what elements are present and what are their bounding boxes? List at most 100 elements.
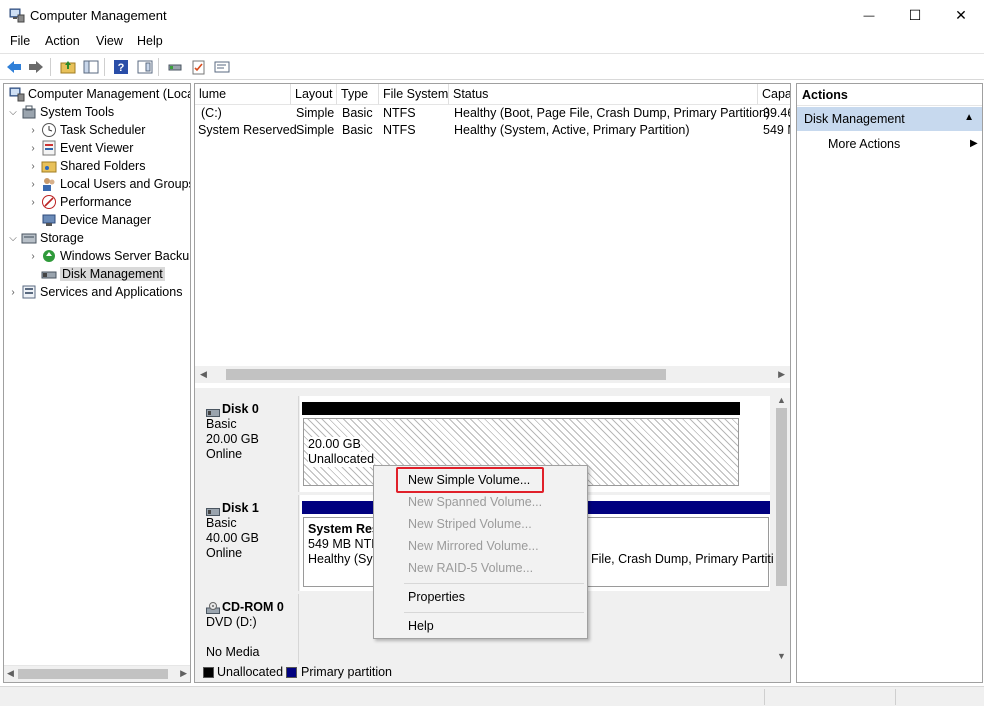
close-icon: ✕ <box>955 7 967 23</box>
svg-text:?: ? <box>118 62 125 74</box>
forward-arrow-icon[interactable] <box>27 58 45 76</box>
chevron-right-icon[interactable]: › <box>28 251 38 262</box>
tree-item-performance[interactable]: › Performance <box>28 193 132 211</box>
partition-status: Healthy (Sys <box>308 552 379 566</box>
shared-folder-icon <box>41 158 57 174</box>
menu-item-new-raid5-volume[interactable]: New RAID-5 Volume... <box>408 561 533 575</box>
cd-drive-icon <box>206 601 220 614</box>
chevron-right-icon[interactable]: › <box>8 287 18 298</box>
status-divider <box>895 689 896 705</box>
cell-file-system: NTFS <box>383 106 416 120</box>
disk-icon[interactable] <box>166 58 184 76</box>
tree-item-label: Local Users and Groups <box>60 177 191 191</box>
cell-status: Healthy (Boot, Page File, Crash Dump, Pr… <box>454 106 771 120</box>
tree-item-event-viewer[interactable]: › Event Viewer <box>28 139 133 157</box>
console-view-icon[interactable] <box>136 58 154 76</box>
properties-icon[interactable] <box>213 58 231 76</box>
cell-capacity: 549 M <box>763 123 790 137</box>
tree-item-label: Disk Management <box>60 267 165 281</box>
menu-item-properties[interactable]: Properties <box>408 590 465 604</box>
minimize-button[interactable]: — <box>846 0 892 31</box>
tree-item-local-users-and-groups[interactable]: › Local Users and Groups <box>28 175 191 193</box>
submenu-arrow-icon[interactable]: ▶ <box>970 138 978 149</box>
scroll-left-icon[interactable]: ◀ <box>7 668 14 679</box>
disk-name: Disk 0 <box>222 402 259 416</box>
menu-item-new-striped-volume[interactable]: New Striped Volume... <box>408 517 532 531</box>
menu-item-new-spanned-volume[interactable]: New Spanned Volume... <box>408 495 542 509</box>
collapse-up-icon[interactable]: ▲ <box>964 112 974 123</box>
column-header-layout[interactable]: Layout <box>291 84 337 105</box>
toolbox-icon <box>21 104 37 120</box>
tree-item-device-manager[interactable]: Device Manager <box>28 211 151 229</box>
scroll-right-icon[interactable]: ▶ <box>180 668 187 679</box>
menu-item-new-mirrored-volume[interactable]: New Mirrored Volume... <box>408 539 539 553</box>
cell-file-system: NTFS <box>383 123 416 137</box>
close-button[interactable]: ✕ <box>938 0 984 31</box>
chevron-down-icon[interactable]: ⌵ <box>8 233 18 244</box>
list-horizontal-scrollbar[interactable]: ◀ ▶ <box>195 366 790 383</box>
title-bar: Computer Management — ☐ ✕ <box>0 0 984 31</box>
column-header-volume[interactable]: lume <box>195 84 291 105</box>
column-header-type[interactable]: Type <box>337 84 379 105</box>
tree-horizontal-scrollbar[interactable]: ◀ ▶ <box>4 665 190 682</box>
column-header-status[interactable]: Status <box>449 84 758 105</box>
up-folder-icon[interactable] <box>59 58 77 76</box>
column-header-capacity[interactable]: Capa <box>758 84 790 105</box>
tree-item-disk-management[interactable]: Disk Management <box>28 265 165 283</box>
chevron-right-icon[interactable]: › <box>28 143 38 154</box>
scroll-right-icon[interactable]: ▶ <box>778 369 785 380</box>
graph-vertical-scrollbar[interactable]: ▲ ▼ <box>773 392 790 664</box>
menu-item-new-simple-volume[interactable]: New Simple Volume... <box>408 473 530 487</box>
show-hide-tree-icon[interactable] <box>82 58 100 76</box>
disk-type: Basic <box>206 516 237 530</box>
cell-status: Healthy (System, Active, Primary Partiti… <box>454 123 690 137</box>
scrollbar-thumb[interactable] <box>776 408 787 586</box>
computer-management-icon <box>9 7 25 23</box>
chevron-right-icon[interactable]: › <box>28 179 38 190</box>
disk-type: Basic <box>206 417 237 431</box>
chevron-down-icon[interactable]: ⌵ <box>8 107 18 118</box>
disk-status: Online <box>206 546 243 560</box>
tree-item-system-tools[interactable]: ⌵ System Tools <box>8 103 114 121</box>
menu-action[interactable]: Action <box>45 34 80 48</box>
tree-item-services-and-applications[interactable]: › Services and Applications <box>8 283 182 301</box>
disk-type: DVD (D:) <box>206 615 257 629</box>
disk-icon <box>206 406 220 417</box>
tree-item-windows-server-backup[interactable]: › Windows Server Backup <box>28 247 190 265</box>
legend: Unallocated Primary partition <box>196 664 772 682</box>
tree-item-task-scheduler[interactable]: › Task Scheduler <box>28 121 145 139</box>
cdrom-0-info[interactable]: CD-ROM 0 DVD (D:) No Media <box>198 594 299 664</box>
scroll-left-icon[interactable]: ◀ <box>200 369 207 380</box>
column-header-file-system[interactable]: File System <box>379 84 449 105</box>
chevron-right-icon[interactable]: › <box>28 125 38 136</box>
scrollbar-thumb[interactable] <box>18 669 168 679</box>
backup-icon <box>41 248 57 264</box>
disk-status: Online <box>206 447 243 461</box>
tree-root-computer-management[interactable]: Computer Management (Local <box>6 85 190 103</box>
disk-0-info[interactable]: Disk 0 Basic 20.00 GB Online <box>198 396 299 492</box>
scroll-up-icon[interactable]: ▲ <box>777 395 786 405</box>
tree-item-storage[interactable]: ⌵ Storage <box>8 229 84 247</box>
menu-file[interactable]: File <box>10 34 30 48</box>
menu-help[interactable]: Help <box>137 34 163 48</box>
more-actions-item[interactable]: More Actions <box>828 137 900 151</box>
chevron-right-icon[interactable]: › <box>28 161 38 172</box>
help-icon[interactable]: ? <box>112 58 130 76</box>
disk-status: No Media <box>206 645 260 659</box>
disk-1-info[interactable]: Disk 1 Basic 40.00 GB Online <box>198 495 299 591</box>
disk-size <box>206 630 290 645</box>
maximize-button[interactable]: ☐ <box>892 0 938 31</box>
partition-size: 20.00 GB <box>308 437 361 452</box>
system-reserved-partition[interactable]: System Res 549 MB NTF Healthy (Sys <box>303 517 379 587</box>
back-arrow-icon[interactable] <box>5 58 23 76</box>
actions-section-disk-management[interactable]: Disk Management ▲ <box>797 107 982 131</box>
menu-view[interactable]: View <box>96 34 123 48</box>
chevron-right-icon[interactable]: › <box>28 197 38 208</box>
disk-name: CD-ROM 0 <box>222 600 284 614</box>
computer-management-icon <box>9 86 25 102</box>
scroll-down-icon[interactable]: ▼ <box>777 651 786 661</box>
tree-item-shared-folders[interactable]: › Shared Folders <box>28 157 145 175</box>
checklist-icon[interactable] <box>190 58 208 76</box>
scrollbar-thumb[interactable] <box>226 369 666 380</box>
menu-item-help[interactable]: Help <box>408 619 434 633</box>
